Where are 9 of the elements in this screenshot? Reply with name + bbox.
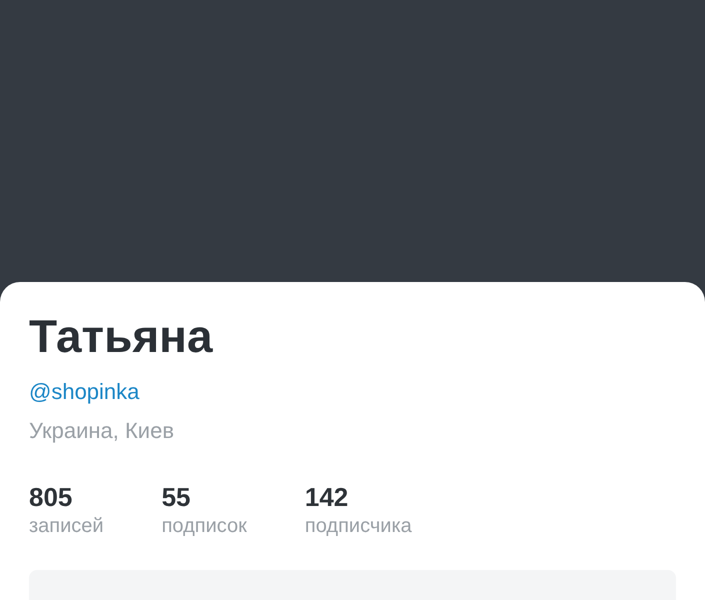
stat-value: 142 <box>304 482 348 512</box>
profile-handle-link[interactable]: @shopinka <box>29 379 140 405</box>
stat-label: подписок <box>162 514 247 538</box>
profile-location: Украина, Киев <box>29 418 174 444</box>
stat-value: 805 <box>29 482 72 512</box>
stat-value: 55 <box>162 482 191 512</box>
stat-label: подписчика <box>304 514 412 538</box>
profile-name: Татьяна <box>29 309 213 364</box>
stat-label: записей <box>29 514 104 538</box>
